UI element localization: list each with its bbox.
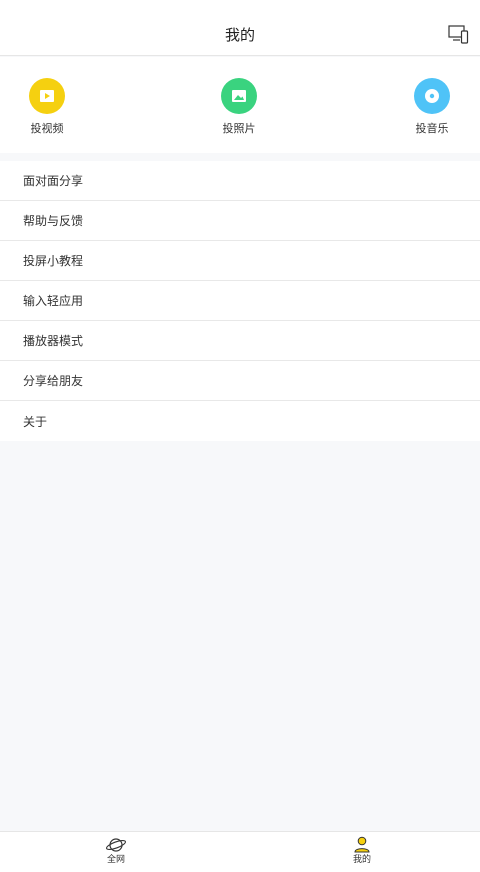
- planet-icon: [105, 838, 127, 852]
- menu-item-player-mode[interactable]: 播放器模式: [0, 321, 480, 361]
- menu-item-label: 播放器模式: [23, 334, 84, 348]
- app-root: 我的 投视频 投照片 投音乐 面对面分享 帮助与反馈 投屏小教程 输入轻应用 播…: [0, 0, 480, 872]
- cast-music-circle: [414, 78, 450, 114]
- cast-music-label: 投音乐: [415, 122, 449, 135]
- menu-item-label: 面对面分享: [23, 174, 84, 188]
- menu-item-label: 帮助与反馈: [23, 214, 84, 228]
- menu-item-about[interactable]: 关于: [0, 401, 480, 441]
- cast-photo-button[interactable]: 投照片: [199, 78, 279, 142]
- menu-item-share-friends[interactable]: 分享给朋友: [0, 361, 480, 401]
- tab-all-web-label: 全网: [106, 855, 125, 865]
- menu-item-label: 输入轻应用: [23, 294, 84, 308]
- menu-item-light-app[interactable]: 输入轻应用: [0, 281, 480, 321]
- music-disc-icon: [425, 89, 439, 103]
- cast-device-button[interactable]: [446, 22, 472, 48]
- video-icon: [40, 90, 54, 102]
- menu-item-help-feedback[interactable]: 帮助与反馈: [0, 201, 480, 241]
- cast-music-button[interactable]: 投音乐: [392, 78, 472, 142]
- photo-icon: [232, 90, 246, 102]
- user-icon: [354, 836, 370, 853]
- menu-item-label: 关于: [23, 414, 48, 429]
- cast-photo-label: 投照片: [222, 122, 256, 135]
- cast-video-button[interactable]: 投视频: [7, 78, 87, 142]
- menu-item-tutorial[interactable]: 投屏小教程: [0, 241, 480, 281]
- cast-photo-circle: [221, 78, 257, 114]
- cast-device-icon: [448, 25, 469, 44]
- cast-video-circle: [29, 78, 65, 114]
- tab-all-web[interactable]: 全网: [86, 836, 146, 872]
- menu-item-label: 分享给朋友: [23, 374, 84, 388]
- tab-mine-label: 我的: [352, 855, 371, 865]
- settings-menu: 面对面分享 帮助与反馈 投屏小教程 输入轻应用 播放器模式 分享给朋友 关于: [0, 161, 480, 441]
- header: 我的: [0, 0, 480, 56]
- tab-mine[interactable]: 我的: [332, 836, 392, 872]
- bottom-nav: 全网 我的: [0, 831, 480, 872]
- page-title: 我的: [224, 26, 255, 44]
- cast-options: 投视频 投照片 投音乐: [0, 57, 480, 153]
- menu-item-face-share[interactable]: 面对面分享: [0, 161, 480, 201]
- cast-video-label: 投视频: [30, 122, 64, 135]
- menu-item-label: 投屏小教程: [23, 254, 84, 268]
